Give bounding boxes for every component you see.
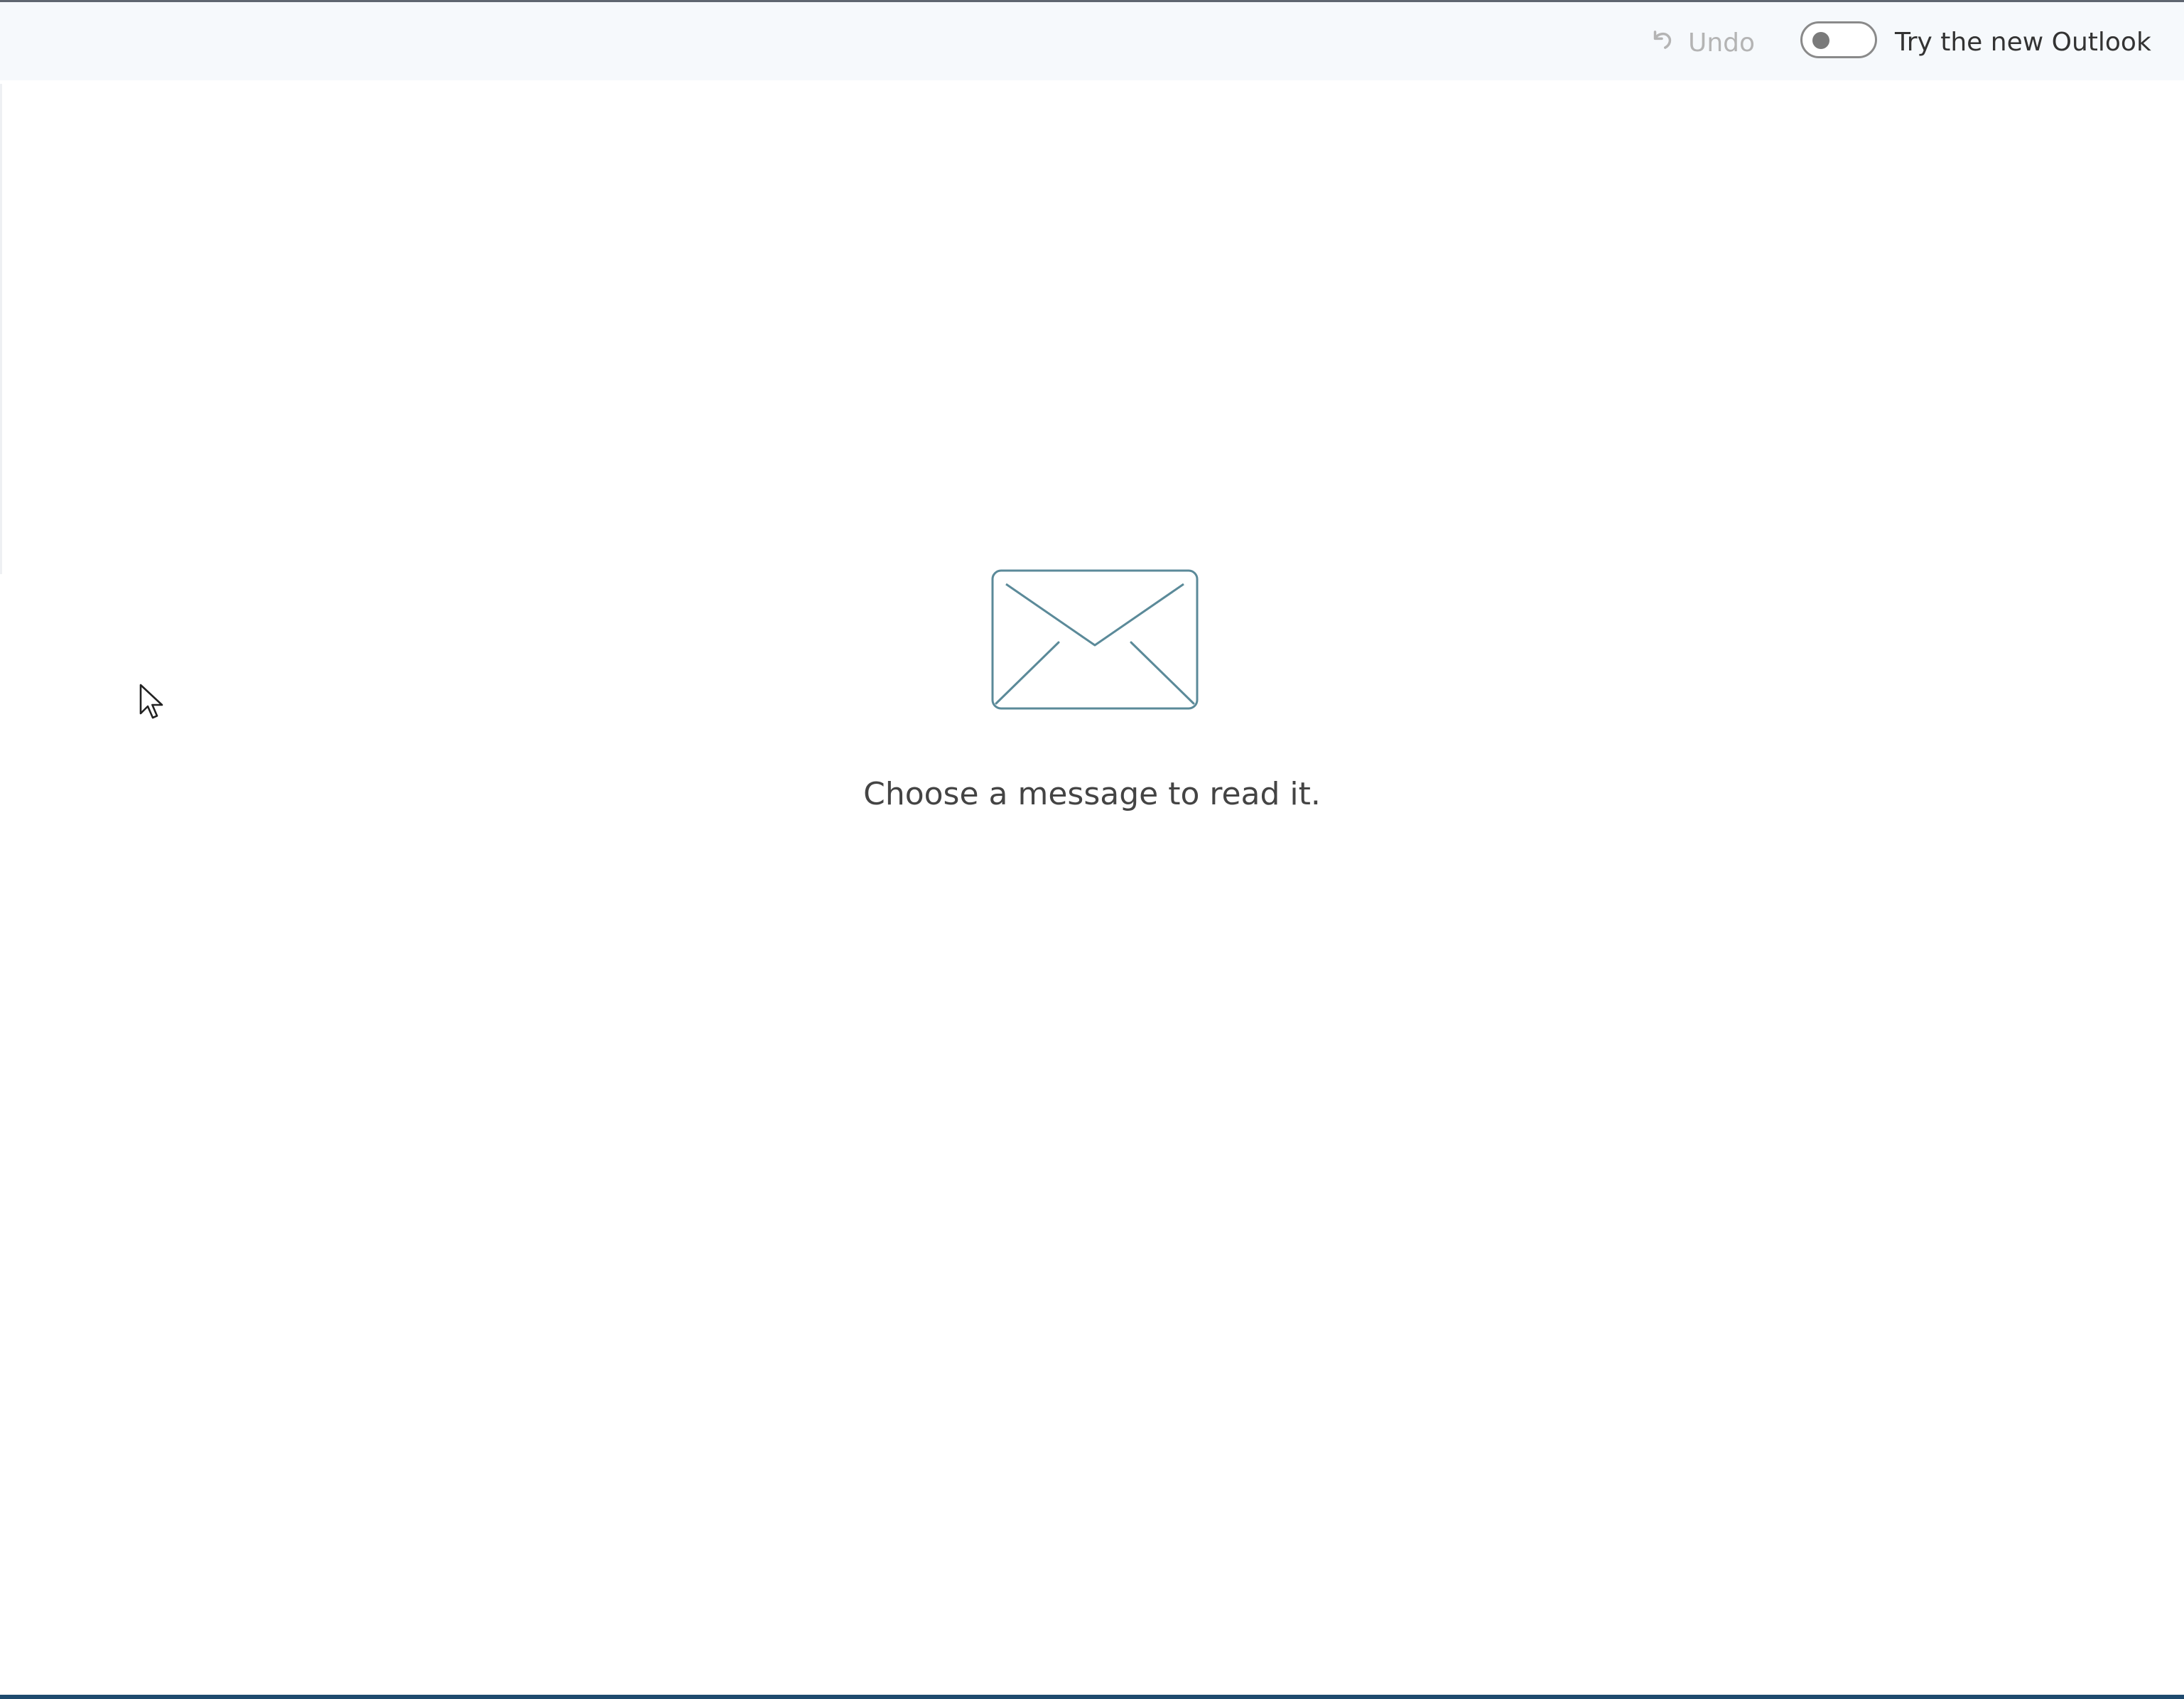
mouse-pointer-icon bbox=[139, 684, 168, 723]
new-outlook-label[interactable]: Try the new Outlook bbox=[1895, 23, 2151, 62]
pane-divider bbox=[0, 84, 2, 574]
window-bottom-border bbox=[0, 1695, 2184, 1699]
toggle-knob bbox=[1812, 32, 1829, 49]
undo-button[interactable]: Undo bbox=[1648, 23, 1755, 62]
undo-label: Undo bbox=[1688, 28, 1756, 58]
empty-reading-pane: Choose a message to read it. bbox=[0, 568, 2184, 838]
outlook-reading-pane: Undo Try the new Outlook Choose a messag… bbox=[0, 0, 2184, 1699]
new-outlook-toggle[interactable] bbox=[1800, 21, 1877, 58]
reading-pane-toolbar: Undo Try the new Outlook bbox=[0, 2, 2184, 80]
envelope-icon bbox=[990, 568, 1199, 712]
empty-message: Choose a message to read it. bbox=[863, 776, 1321, 812]
undo-icon bbox=[1648, 26, 1675, 60]
